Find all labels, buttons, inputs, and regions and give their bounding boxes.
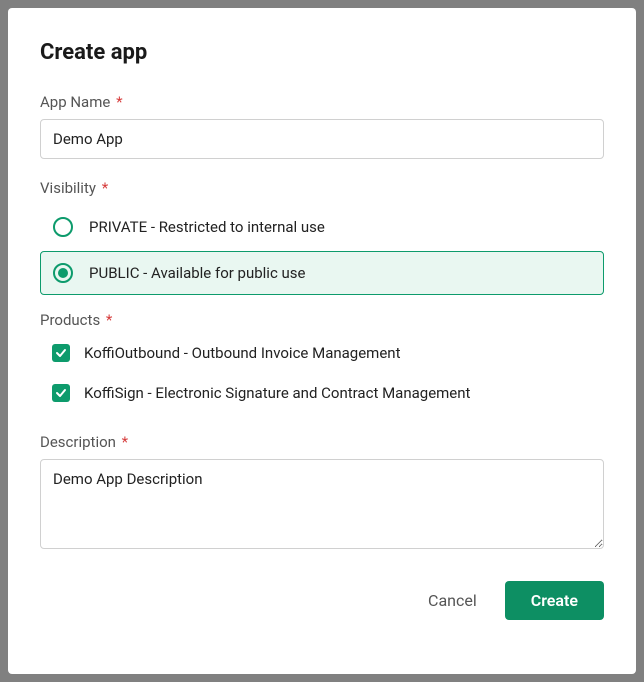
dialog-title: Create app [40,40,604,65]
app-name-input[interactable] [40,119,604,159]
dialog-footer: Cancel Create [40,581,604,620]
required-mark: * [106,311,112,329]
description-label: Description * [40,433,604,451]
create-button[interactable]: Create [505,581,604,620]
radio-icon [53,217,73,237]
dialog-backdrop: Create app App Name * Visibility * PRIVA… [0,0,644,682]
required-mark: * [122,433,128,451]
radio-icon [53,263,73,283]
app-name-label-text: App Name [40,93,110,111]
visibility-radio-group: PRIVATE - Restricted to internal use PUB… [40,205,604,295]
visibility-option-private[interactable]: PRIVATE - Restricted to internal use [40,205,604,249]
description-textarea[interactable] [40,459,604,549]
app-name-label: App Name * [40,93,604,111]
visibility-option-label: PUBLIC - Available for public use [89,264,306,282]
visibility-option-public[interactable]: PUBLIC - Available for public use [40,251,604,295]
visibility-option-label: PRIVATE - Restricted to internal use [89,218,325,236]
product-option-koffisign[interactable]: KoffiSign - Electronic Signature and Con… [40,377,604,409]
products-checkbox-group: KoffiOutbound - Outbound Invoice Managem… [40,337,604,409]
description-label-text: Description [40,433,116,451]
checkbox-icon [52,384,70,402]
product-option-label: KoffiOutbound - Outbound Invoice Managem… [84,344,400,362]
required-mark: * [102,179,108,197]
visibility-label-text: Visibility [40,179,96,197]
create-app-dialog: Create app App Name * Visibility * PRIVA… [8,8,636,674]
product-option-koffioutbound[interactable]: KoffiOutbound - Outbound Invoice Managem… [40,337,604,369]
visibility-label: Visibility * [40,179,604,197]
cancel-button[interactable]: Cancel [424,583,481,618]
products-label-text: Products [40,311,100,329]
product-option-label: KoffiSign - Electronic Signature and Con… [84,384,470,402]
required-mark: * [116,93,122,111]
products-label: Products * [40,311,604,329]
checkbox-icon [52,344,70,362]
